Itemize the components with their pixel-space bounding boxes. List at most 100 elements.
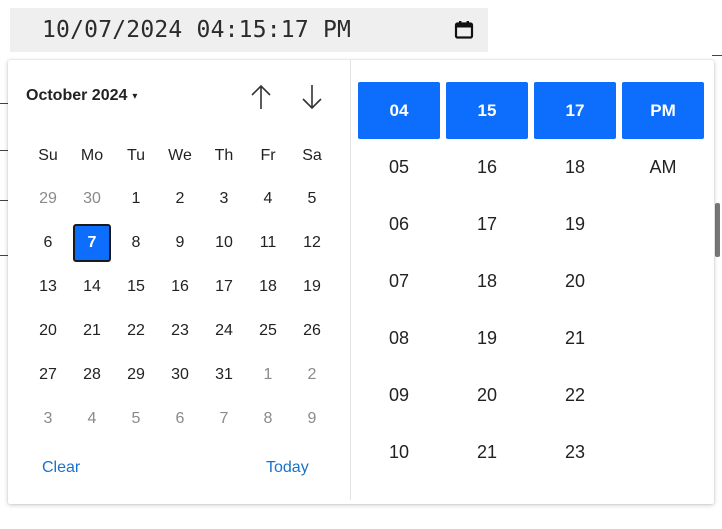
hour-option-selected[interactable]: 04	[358, 82, 440, 139]
arrow-down-icon	[302, 85, 322, 110]
day-number: 12	[303, 234, 321, 251]
day-number: 2	[175, 190, 185, 207]
day-grid: 29 30 1 2 3 4 5 6 7 8 9 10 11 12 13 14 15 16 17 18 19 20 21 22 2…	[26, 177, 338, 441]
day-cell[interactable]: 5	[114, 397, 158, 441]
hour-option[interactable]: 08	[358, 310, 440, 367]
day-cell[interactable]: 13	[26, 265, 70, 309]
day-cell[interactable]: 19	[290, 265, 334, 309]
day-cell[interactable]: 4	[70, 397, 114, 441]
day-number: 17	[215, 278, 233, 295]
day-cell[interactable]: 10	[202, 221, 246, 265]
day-number: 14	[83, 278, 101, 295]
second-option-selected[interactable]: 17	[534, 82, 616, 139]
minute-option[interactable]: 16	[446, 139, 528, 196]
day-number: 1	[263, 366, 273, 383]
minute-option[interactable]: 20	[446, 367, 528, 424]
day-cell[interactable]: 9	[290, 397, 334, 441]
minute-option[interactable]: 18	[446, 253, 528, 310]
hour-option[interactable]: 07	[358, 253, 440, 310]
hour-option[interactable]: 05	[358, 139, 440, 196]
day-cell-selected[interactable]: 7	[70, 221, 114, 265]
minute-option-selected[interactable]: 15	[446, 82, 528, 139]
day-cell[interactable]: 21	[70, 309, 114, 353]
day-number: 27	[39, 366, 57, 383]
day-cell[interactable]: 18	[246, 265, 290, 309]
day-number: 10	[215, 234, 233, 251]
day-number: 29	[39, 190, 57, 207]
day-cell[interactable]: 6	[158, 397, 202, 441]
meridiem-option-selected[interactable]: PM	[622, 82, 704, 139]
hour-column: 04 05 06 07 08 09 10	[358, 82, 440, 481]
meridiem-option[interactable]: AM	[622, 139, 704, 196]
hour-option[interactable]: 10	[358, 424, 440, 481]
day-cell[interactable]: 31	[202, 353, 246, 397]
day-number: 5	[131, 410, 141, 427]
day-number: 29	[127, 366, 145, 383]
weekday-header: Su Mo Tu We Th Fr Sa	[26, 146, 338, 166]
day-number: 3	[43, 410, 53, 427]
day-cell[interactable]: 30	[70, 177, 114, 221]
day-cell[interactable]: 8	[246, 397, 290, 441]
second-option[interactable]: 22	[534, 367, 616, 424]
day-cell[interactable]: 15	[114, 265, 158, 309]
weekday-label: Th	[214, 147, 234, 164]
day-cell[interactable]: 29	[26, 177, 70, 221]
day-number: 20	[39, 322, 57, 339]
next-month-button[interactable]	[299, 82, 325, 112]
day-cell[interactable]: 16	[158, 265, 202, 309]
day-cell[interactable]: 2	[290, 353, 334, 397]
day-number: 30	[171, 366, 189, 383]
day-cell[interactable]: 3	[26, 397, 70, 441]
caret-down-icon: ▾	[132, 90, 138, 102]
today-button[interactable]: Today	[266, 459, 309, 477]
day-cell[interactable]: 17	[202, 265, 246, 309]
day-number: 22	[127, 322, 145, 339]
day-cell[interactable]: 4	[246, 177, 290, 221]
hour-option[interactable]: 06	[358, 196, 440, 253]
second-option[interactable]: 19	[534, 196, 616, 253]
second-option[interactable]: 23	[534, 424, 616, 481]
hour-option[interactable]: 09	[358, 367, 440, 424]
day-cell[interactable]: 3	[202, 177, 246, 221]
day-cell[interactable]: 30	[158, 353, 202, 397]
previous-month-button[interactable]	[248, 82, 274, 112]
day-number: 9	[175, 234, 185, 251]
minute-option[interactable]: 19	[446, 310, 528, 367]
day-cell[interactable]: 25	[246, 309, 290, 353]
datetime-input[interactable]: 10/07/2024 04:15:17 PM	[10, 8, 488, 52]
day-number: 19	[303, 278, 321, 295]
day-number: 25	[259, 322, 277, 339]
minute-option[interactable]: 21	[446, 424, 528, 481]
day-number: 15	[127, 278, 145, 295]
day-cell[interactable]: 24	[202, 309, 246, 353]
day-cell[interactable]: 7	[202, 397, 246, 441]
second-option[interactable]: 18	[534, 139, 616, 196]
month-year-dropdown[interactable]: October 2024 ▾	[26, 86, 137, 106]
day-cell[interactable]: 22	[114, 309, 158, 353]
month-year-label: October 2024	[26, 87, 128, 104]
second-option[interactable]: 21	[534, 310, 616, 367]
calendar-icon[interactable]	[454, 21, 474, 39]
day-cell[interactable]: 1	[114, 177, 158, 221]
day-cell[interactable]: 20	[26, 309, 70, 353]
datetime-value[interactable]: 10/07/2024 04:15:17 PM	[42, 17, 351, 43]
day-cell[interactable]: 11	[246, 221, 290, 265]
day-cell[interactable]: 14	[70, 265, 114, 309]
day-cell[interactable]: 1	[246, 353, 290, 397]
day-cell[interactable]: 29	[114, 353, 158, 397]
clear-button[interactable]: Clear	[42, 459, 80, 477]
day-cell[interactable]: 6	[26, 221, 70, 265]
day-number: 18	[259, 278, 277, 295]
day-cell[interactable]: 9	[158, 221, 202, 265]
day-cell[interactable]: 28	[70, 353, 114, 397]
minute-option[interactable]: 17	[446, 196, 528, 253]
day-cell[interactable]: 2	[158, 177, 202, 221]
day-cell[interactable]: 26	[290, 309, 334, 353]
second-option[interactable]: 20	[534, 253, 616, 310]
day-cell[interactable]: 23	[158, 309, 202, 353]
day-cell[interactable]: 8	[114, 221, 158, 265]
day-cell[interactable]: 12	[290, 221, 334, 265]
day-cell[interactable]: 5	[290, 177, 334, 221]
day-cell[interactable]: 27	[26, 353, 70, 397]
second-column: 17 18 19 20 21 22 23	[534, 82, 616, 481]
